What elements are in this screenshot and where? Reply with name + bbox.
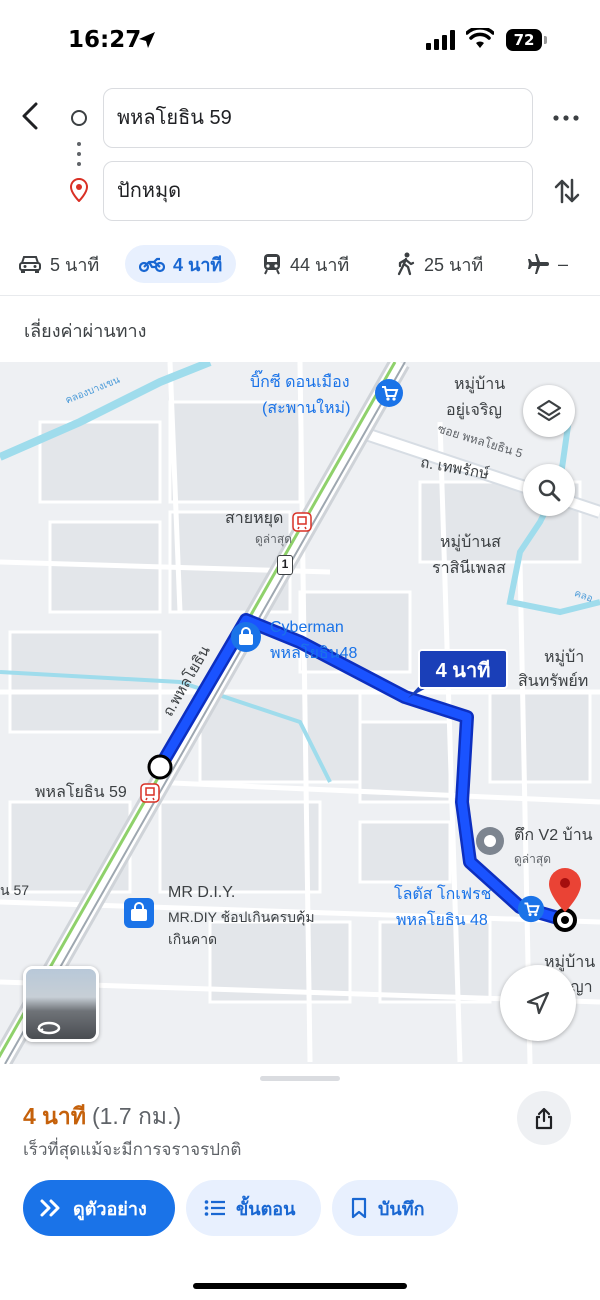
map-label: ดูล่าสุด [255, 532, 293, 546]
store-pin-icon[interactable] [123, 897, 155, 929]
preview-button[interactable]: ดูตัวอย่าง [23, 1180, 175, 1236]
navigation-arrow-icon [526, 991, 550, 1015]
back-icon[interactable] [14, 98, 50, 134]
avoid-tolls-option[interactable]: เลี่ยงค่าผ่านทาง [24, 316, 146, 345]
cellular-signal-icon [426, 30, 455, 50]
map-label: MR.DIY ช้อปเกินครบคุ้ม [168, 909, 315, 925]
map-label: (สะพานใหม่) [262, 400, 351, 417]
map-base-layer [0, 362, 600, 1064]
motorcycle-icon [139, 257, 165, 273]
home-indicator[interactable] [193, 1283, 407, 1289]
route-duration: 4 นาที [23, 1103, 86, 1129]
map-label: บิ๊กซี ดอนเมือง [250, 374, 350, 391]
shopping-cart-pin-icon[interactable] [374, 378, 404, 408]
map-label: โลตัส โกเฟรช [394, 886, 492, 903]
mode-label: – [558, 253, 569, 274]
save-button[interactable]: บันทึก [332, 1180, 458, 1236]
street-view-rotate-icon [37, 1021, 61, 1035]
map-label: หมู่บ้านส [440, 534, 501, 551]
steps-label: ขั้นตอน [236, 1198, 296, 1219]
battery-tip [544, 36, 547, 44]
route-note: เร็วที่สุดแม้จะมีการจราจรปกติ [23, 1140, 242, 1159]
shopping-cart-pin-icon[interactable] [517, 895, 545, 923]
map-label: ตึก V2 บ้าน [514, 827, 593, 844]
map-label: เกินคาด [168, 931, 218, 947]
map-label: น 57 [0, 882, 30, 898]
map-label: ราสินีเพลส [432, 560, 506, 577]
battery-indicator: 72 [506, 29, 542, 51]
travel-mode-bar: 5 นาที 4 นาที 44 นาที 25 นาที – [0, 240, 600, 290]
map-label: ดูล่าสุด [514, 852, 552, 866]
transit-station-icon [292, 512, 312, 532]
street-view-thumbnail[interactable] [23, 966, 99, 1042]
layers-button[interactable] [523, 385, 575, 437]
origin-input[interactable]: พหลโยธิน 59 [103, 88, 533, 148]
mode-label: 5 นาที [50, 254, 100, 275]
flight-icon [528, 254, 549, 274]
mode-label: 4 นาที [173, 254, 223, 275]
mode-driving[interactable]: 5 นาที [18, 245, 99, 283]
map-view[interactable]: 1 บิ๊กซี ดอนเมือง (สะพานใหม่) หมู่บ้าน อ… [0, 362, 600, 1064]
search-icon [538, 479, 561, 502]
mode-label: 44 นาที [290, 254, 350, 275]
map-search-button[interactable] [523, 464, 575, 516]
destination-pin-icon [70, 178, 88, 202]
route-eta-bubble[interactable]: 4 นาที [418, 649, 508, 689]
directions-sheet: 4 นาที (1.7 กม.) เร็วที่สุดแม้จะมีการจราจ… [0, 1064, 600, 1300]
swap-icon[interactable] [552, 176, 582, 206]
status-time: 16:27 [68, 27, 142, 53]
map-label: MR D.I.Y. [168, 884, 236, 901]
map-label: พหลโยธิน48 [270, 645, 358, 662]
route-dots-icon [77, 142, 81, 172]
preview-label: ดูตัวอย่าง [73, 1198, 147, 1219]
transit-icon [264, 254, 280, 275]
sheet-drag-handle[interactable] [260, 1076, 340, 1081]
map-label: พหลโยธิน 59 [35, 784, 127, 801]
mode-label: 25 นาที [424, 254, 484, 275]
map-label: อยู่เจริญ [446, 402, 503, 419]
double-chevron-right-icon [40, 1199, 60, 1217]
origin-circle-icon [71, 110, 87, 126]
route-shield: 1 [277, 555, 293, 575]
route-summary: 4 นาที (1.7 กม.) [23, 1099, 181, 1135]
mode-motorcycle[interactable]: 4 นาที [125, 245, 237, 283]
recenter-button[interactable] [500, 965, 576, 1041]
mode-walking[interactable]: 25 นาที [396, 245, 483, 283]
shopping-bag-pin-icon[interactable] [230, 621, 262, 653]
more-options-icon[interactable] [552, 104, 580, 132]
car-icon [19, 256, 41, 273]
wifi-icon [466, 28, 494, 48]
status-bar: 16:27 72 [0, 0, 600, 80]
save-label: บันทึก [378, 1198, 425, 1219]
mode-flight[interactable]: – [526, 245, 568, 283]
list-icon [204, 1200, 225, 1216]
walk-icon [397, 252, 415, 276]
transit-station-icon [140, 783, 160, 803]
steps-button[interactable]: ขั้นตอน [186, 1180, 321, 1236]
share-icon [535, 1107, 553, 1130]
place-pin-icon[interactable] [474, 825, 506, 857]
layers-icon [536, 399, 562, 422]
share-button[interactable] [517, 1091, 571, 1145]
map-label: หมู่บ้า [544, 649, 585, 666]
map-label: สินทรัพย์ท [518, 673, 589, 690]
map-label: หมู่บ้าน [454, 376, 506, 393]
mode-transit[interactable]: 44 นาที [262, 245, 349, 283]
bookmark-icon [351, 1197, 367, 1219]
map-label: พหลโยธิน 48 [396, 912, 488, 929]
route-distance: (1.7 กม.) [91, 1103, 182, 1129]
map-label: สายหยุด [225, 510, 284, 527]
divider [0, 295, 600, 296]
location-arrow-icon [139, 32, 155, 48]
map-label: Cyberman [270, 619, 344, 636]
destination-input[interactable]: ปักหมุด [103, 161, 533, 221]
